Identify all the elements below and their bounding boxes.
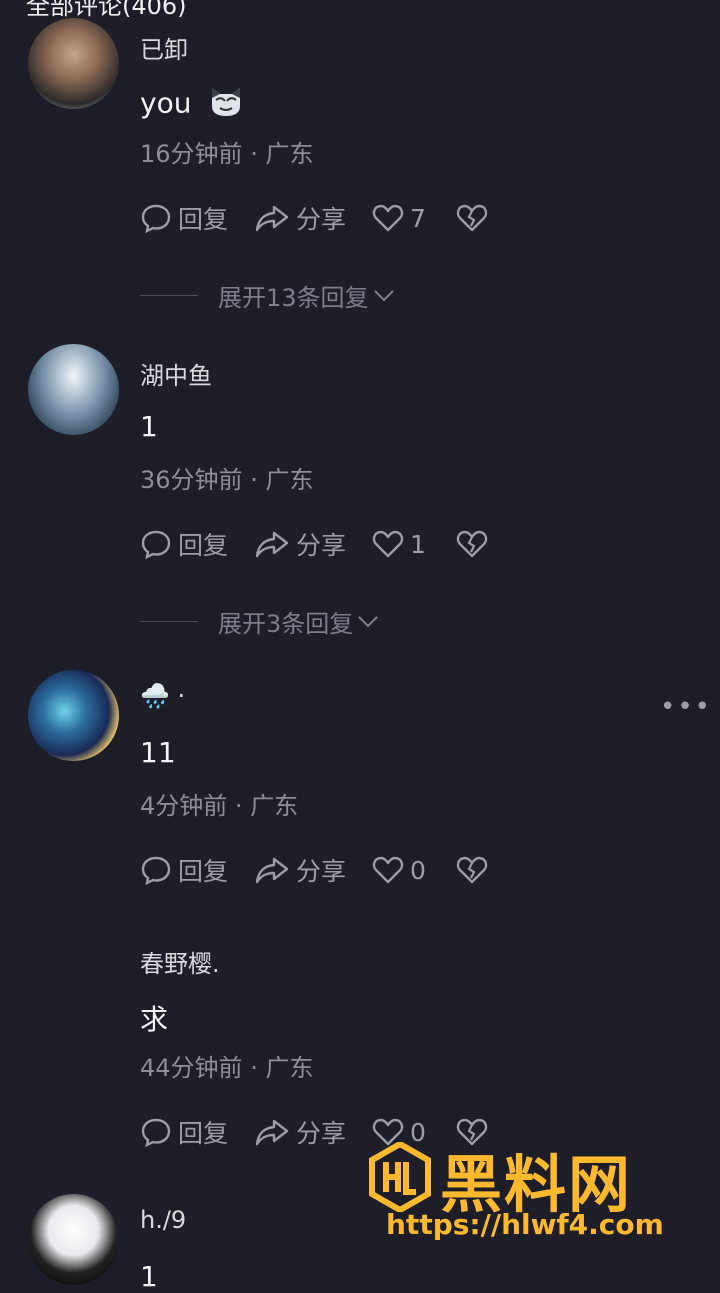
broken-heart-icon: [456, 530, 488, 558]
chevron-down-icon: [373, 289, 394, 301]
avatar[interactable]: [28, 670, 119, 761]
avatar[interactable]: [28, 1194, 119, 1285]
comment-text: 求: [140, 1003, 169, 1036]
comment-location: 广东: [265, 140, 314, 168]
avatar[interactable]: [28, 344, 119, 435]
comment-text-content: you: [140, 86, 192, 120]
like-button[interactable]: 1: [372, 529, 426, 559]
reply-label: 回复: [178, 531, 229, 560]
meta-separator: ·: [250, 466, 266, 494]
comment-actions: 回复 分享 7: [140, 198, 494, 238]
share-label: 分享: [296, 1119, 347, 1148]
comment-actions: 回复 分享 0: [140, 850, 494, 890]
divider-line: [140, 621, 198, 622]
share-label: 分享: [296, 205, 347, 234]
like-count: 0: [410, 855, 426, 885]
meta-separator: ·: [234, 792, 251, 820]
comment-location: 广东: [250, 792, 299, 820]
heart-icon: [372, 204, 404, 232]
comment-text: 1: [140, 1260, 158, 1293]
expand-replies-button[interactable]: 展开3条回复: [140, 604, 379, 639]
share-button[interactable]: 分享: [254, 526, 346, 562]
comment-actions: 回复 分享 1: [140, 524, 494, 564]
expand-replies-label: 展开3条回复: [218, 610, 354, 638]
dislike-button[interactable]: [456, 203, 494, 233]
comment-username[interactable]: 春野樱.: [140, 944, 220, 979]
like-button[interactable]: 7: [372, 203, 426, 233]
comment-username[interactable]: h./9: [140, 1206, 186, 1234]
comment-meta: 44分钟前 · 广东: [140, 1048, 313, 1083]
comment-time: 44分钟前: [140, 1054, 243, 1082]
reply-icon: [141, 530, 171, 560]
share-button[interactable]: 分享: [254, 1114, 346, 1150]
reply-label: 回复: [178, 205, 229, 234]
meta-separator: ·: [250, 1054, 266, 1082]
like-button[interactable]: 0: [372, 855, 426, 885]
comment-meta: 36分钟前 · 广东: [140, 460, 313, 495]
comment-time: 36分钟前: [140, 466, 243, 494]
comment-username[interactable]: 已卸: [140, 30, 188, 65]
expand-replies-label: 展开13条回复: [218, 284, 369, 312]
reply-button[interactable]: 回复: [140, 1114, 228, 1150]
share-label: 分享: [296, 531, 347, 560]
meta-separator: ·: [250, 140, 266, 168]
reply-label: 回复: [178, 857, 229, 886]
comment-location: 广东: [265, 1054, 314, 1082]
heart-icon: [372, 530, 404, 558]
share-button[interactable]: 分享: [254, 852, 346, 888]
share-icon: [255, 531, 289, 558]
comment-meta: 4分钟前 · 广东: [140, 786, 298, 821]
cat-emoji-icon: [208, 84, 244, 125]
like-count: 7: [410, 203, 426, 233]
reply-icon: [141, 856, 171, 886]
broken-heart-icon: [456, 856, 488, 884]
reply-icon: [141, 204, 171, 234]
reply-label: 回复: [178, 1119, 229, 1148]
reply-button[interactable]: 回复: [140, 852, 228, 888]
comment-username[interactable]: 湖中鱼: [140, 356, 212, 391]
share-label: 分享: [296, 857, 347, 886]
hl-shield-logo-icon: [369, 1142, 431, 1212]
share-button[interactable]: 分享: [254, 200, 346, 236]
like-count: 1: [410, 529, 426, 559]
expand-replies-button[interactable]: 展开13条回复: [140, 278, 395, 313]
watermark: 黑料网 https://hlwf4.com: [368, 1140, 708, 1250]
watermark-url: https://hlwf4.com: [386, 1208, 664, 1241]
more-options-button[interactable]: •••: [660, 692, 712, 722]
heart-icon: [372, 856, 404, 884]
avatar[interactable]: [28, 18, 119, 109]
comment-time: 4分钟前: [140, 792, 228, 820]
comment-text: 1: [140, 410, 158, 443]
comment-username[interactable]: 🌧️ ·: [140, 682, 185, 710]
comment-meta: 16分钟前 · 广东: [140, 134, 313, 169]
divider-line: [140, 295, 198, 296]
dislike-button[interactable]: [456, 855, 494, 885]
comment-text: you: [140, 84, 244, 125]
comment-text: 11: [140, 736, 176, 769]
reply-button[interactable]: 回复: [140, 200, 228, 236]
comments-header: 全部评论(406): [26, 0, 187, 20]
dislike-button[interactable]: [456, 529, 494, 559]
share-icon: [255, 205, 289, 232]
reply-button[interactable]: 回复: [140, 526, 228, 562]
more-dots-icon: •••: [659, 692, 712, 722]
reply-icon: [141, 1118, 171, 1148]
comment-location: 广东: [265, 466, 314, 494]
comment-time: 16分钟前: [140, 140, 243, 168]
broken-heart-icon: [456, 204, 488, 232]
share-icon: [255, 1119, 289, 1146]
share-icon: [255, 857, 289, 884]
chevron-down-icon: [358, 615, 378, 627]
